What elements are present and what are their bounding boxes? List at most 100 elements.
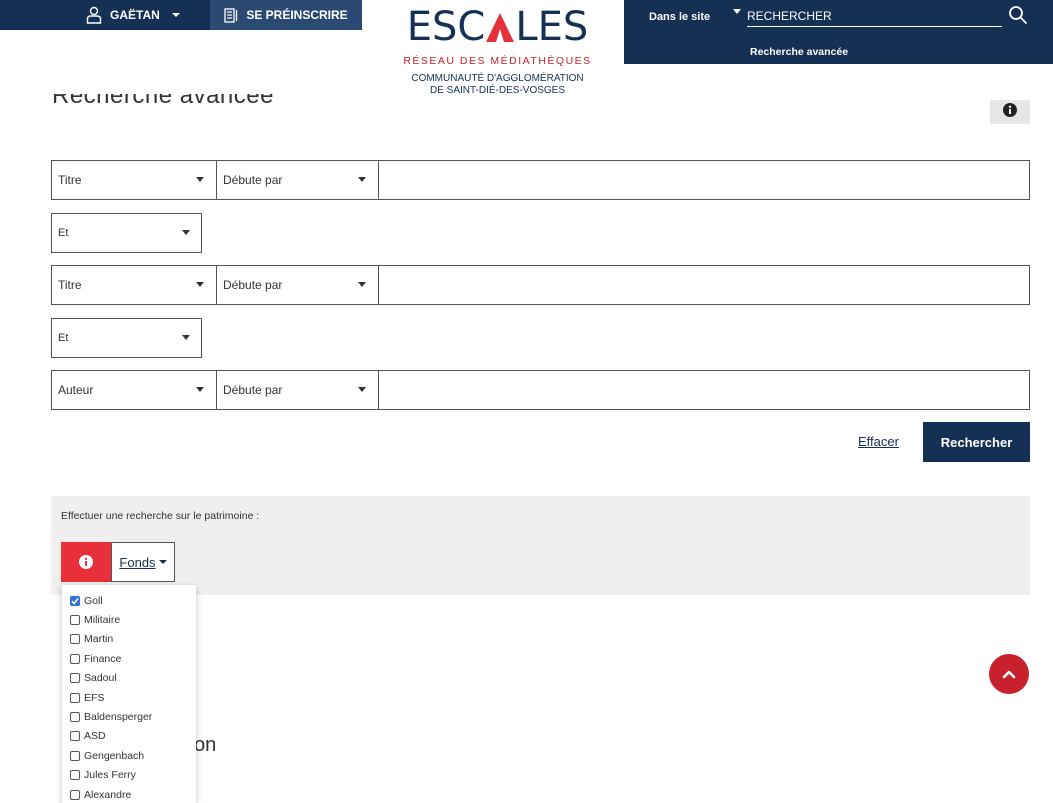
criteria-row: Titre Débute par: [51, 160, 1030, 200]
user-icon: [86, 6, 102, 24]
fonds-filter-group: Fonds: [61, 542, 175, 582]
search-submit-button[interactable]: Rechercher: [923, 422, 1030, 462]
fonds-option[interactable]: Finance: [70, 649, 196, 668]
fonds-option[interactable]: Sadoul: [70, 669, 196, 688]
chevron-down-icon: [158, 560, 167, 564]
scroll-to-top-button[interactable]: [989, 654, 1029, 694]
logo-wordmark-right: LES: [515, 4, 589, 50]
user-menu-button[interactable]: GAËTAN: [80, 0, 210, 30]
field-select-value: Auteur: [58, 383, 94, 397]
search-input[interactable]: [747, 5, 1002, 27]
fonds-option[interactable]: Baldensperger: [70, 707, 196, 726]
preregister-label: SE PRÉINSCRIRE: [246, 8, 348, 22]
checkbox-icon[interactable]: [70, 750, 80, 761]
fonds-option-label: Militaire: [84, 614, 121, 627]
caret-down-icon: [196, 387, 204, 392]
search-scope-select[interactable]: Dans le site: [649, 11, 710, 23]
fonds-option-label: Jules Ferry: [84, 769, 136, 782]
checkbox-icon[interactable]: [70, 653, 80, 664]
boolean-operator-select[interactable]: Et: [51, 318, 202, 358]
fonds-option-label: EFS: [84, 691, 105, 704]
checkbox-icon[interactable]: [70, 712, 80, 723]
caret-down-icon: [182, 230, 190, 235]
fonds-dropdown-toggle[interactable]: Fonds: [111, 542, 175, 582]
checkbox-icon[interactable]: [70, 770, 80, 781]
field-select-value: Titre: [58, 173, 82, 187]
caret-down-icon: [358, 282, 366, 287]
field-select-value: Titre: [58, 278, 82, 292]
operator-select[interactable]: Débute par: [217, 371, 379, 409]
logo-network: RÉSEAU DES MÉDIATHÈQUES: [403, 55, 592, 67]
user-name: GAËTAN: [110, 8, 160, 22]
fonds-option-label: ASD: [84, 730, 106, 743]
fonds-option[interactable]: Militaire: [70, 610, 196, 629]
help-button[interactable]: [990, 100, 1030, 124]
search-icon[interactable]: [1008, 5, 1028, 25]
field-select[interactable]: Titre: [52, 266, 217, 304]
logo-community-line2: DE SAINT-DIÉ-DES-VOSGES: [429, 85, 566, 96]
fonds-option[interactable]: EFS: [70, 688, 196, 707]
fonds-info-button[interactable]: [61, 542, 111, 582]
field-select[interactable]: Auteur: [52, 371, 217, 409]
logo-triangle-icon: [486, 13, 515, 42]
fonds-option[interactable]: Jules Ferry: [70, 766, 196, 785]
criteria-row: Auteur Débute par: [51, 370, 1030, 410]
fonds-option-label: Goll: [84, 594, 103, 607]
site-logo[interactable]: ESC LES RÉSEAU DES MÉDIATHÈQUES COMMUNAUT…: [395, 0, 600, 104]
fonds-option-label: Martin: [84, 633, 114, 646]
operator-select[interactable]: Débute par: [217, 266, 379, 304]
logo-wordmark: ESC LES: [395, 4, 600, 50]
fonds-option-label: Sadoul: [84, 672, 117, 685]
logo-community-line1: COMMUNAUTÉ D'AGGLOMÉRATION: [411, 73, 584, 84]
caret-down-icon: [196, 282, 204, 287]
checkbox-icon[interactable]: [70, 673, 80, 684]
fonds-dropdown-label: Fonds: [119, 554, 156, 570]
criteria-value-input[interactable]: [379, 161, 1029, 199]
preregister-button[interactable]: SE PRÉINSCRIRE: [210, 0, 362, 30]
chevron-down-icon[interactable]: [733, 9, 741, 14]
caret-down-icon: [358, 177, 366, 182]
operator-select[interactable]: Débute par: [217, 161, 379, 199]
criteria-value-input[interactable]: [379, 371, 1029, 409]
caret-down-icon: [196, 177, 204, 182]
checkbox-icon[interactable]: [70, 634, 80, 645]
fonds-option[interactable]: Martin: [70, 630, 196, 649]
clear-link[interactable]: Effacer: [858, 434, 899, 449]
fonds-option-label: Gengenbach: [84, 749, 145, 762]
boolean-operator-value: Et: [58, 227, 69, 239]
info-icon: [1003, 103, 1017, 117]
fonds-option[interactable]: Alexandre: [70, 785, 196, 803]
checkbox-icon[interactable]: [70, 731, 80, 742]
form-icon: [224, 7, 238, 23]
criteria-row: Titre Débute par: [51, 265, 1030, 305]
heritage-search-panel: Effectuer une recherche sur le patrimoin…: [51, 496, 1030, 595]
criteria-value-input[interactable]: [379, 266, 1029, 304]
chevron-up-icon: [1002, 670, 1016, 679]
header-mask: [0, 64, 395, 94]
checkbox-icon[interactable]: [70, 615, 80, 626]
caret-down-icon: [358, 387, 366, 392]
fonds-option-label: Alexandre: [84, 788, 132, 801]
top-bar: GAËTAN SE PRÉINSCRIRE: [0, 0, 362, 30]
checkbox-icon[interactable]: [70, 789, 80, 800]
advanced-search-link[interactable]: Recherche avancée: [750, 46, 848, 58]
field-select[interactable]: Titre: [52, 161, 217, 199]
operator-select-value: Débute par: [223, 383, 283, 397]
boolean-operator-select[interactable]: Et: [51, 213, 202, 253]
fonds-dropdown-menu: Goll Militaire Martin Finance Sadoul EFS…: [62, 585, 196, 803]
fonds-option[interactable]: ASD: [70, 727, 196, 746]
heritage-label: Effectuer une recherche sur le patrimoin…: [61, 510, 260, 522]
operator-select-value: Débute par: [223, 173, 283, 187]
fonds-option[interactable]: Goll: [70, 591, 196, 610]
checkbox-icon[interactable]: [70, 692, 80, 703]
fonds-option-label: Finance: [84, 652, 122, 665]
boolean-operator-value: Et: [58, 332, 69, 344]
caret-down-icon: [182, 335, 190, 340]
info-icon: [79, 555, 93, 569]
fonds-option[interactable]: Gengenbach: [70, 746, 196, 765]
search-bar: Dans le site Recherche avancée: [624, 0, 1053, 64]
logo-community: COMMUNAUTÉ D'AGGLOMÉRATION DE SAINT-DIÉ-…: [395, 73, 600, 97]
checkbox-checked-icon[interactable]: [70, 595, 80, 606]
logo-wordmark-left: ESC: [406, 4, 486, 50]
operator-select-value: Débute par: [223, 278, 283, 292]
